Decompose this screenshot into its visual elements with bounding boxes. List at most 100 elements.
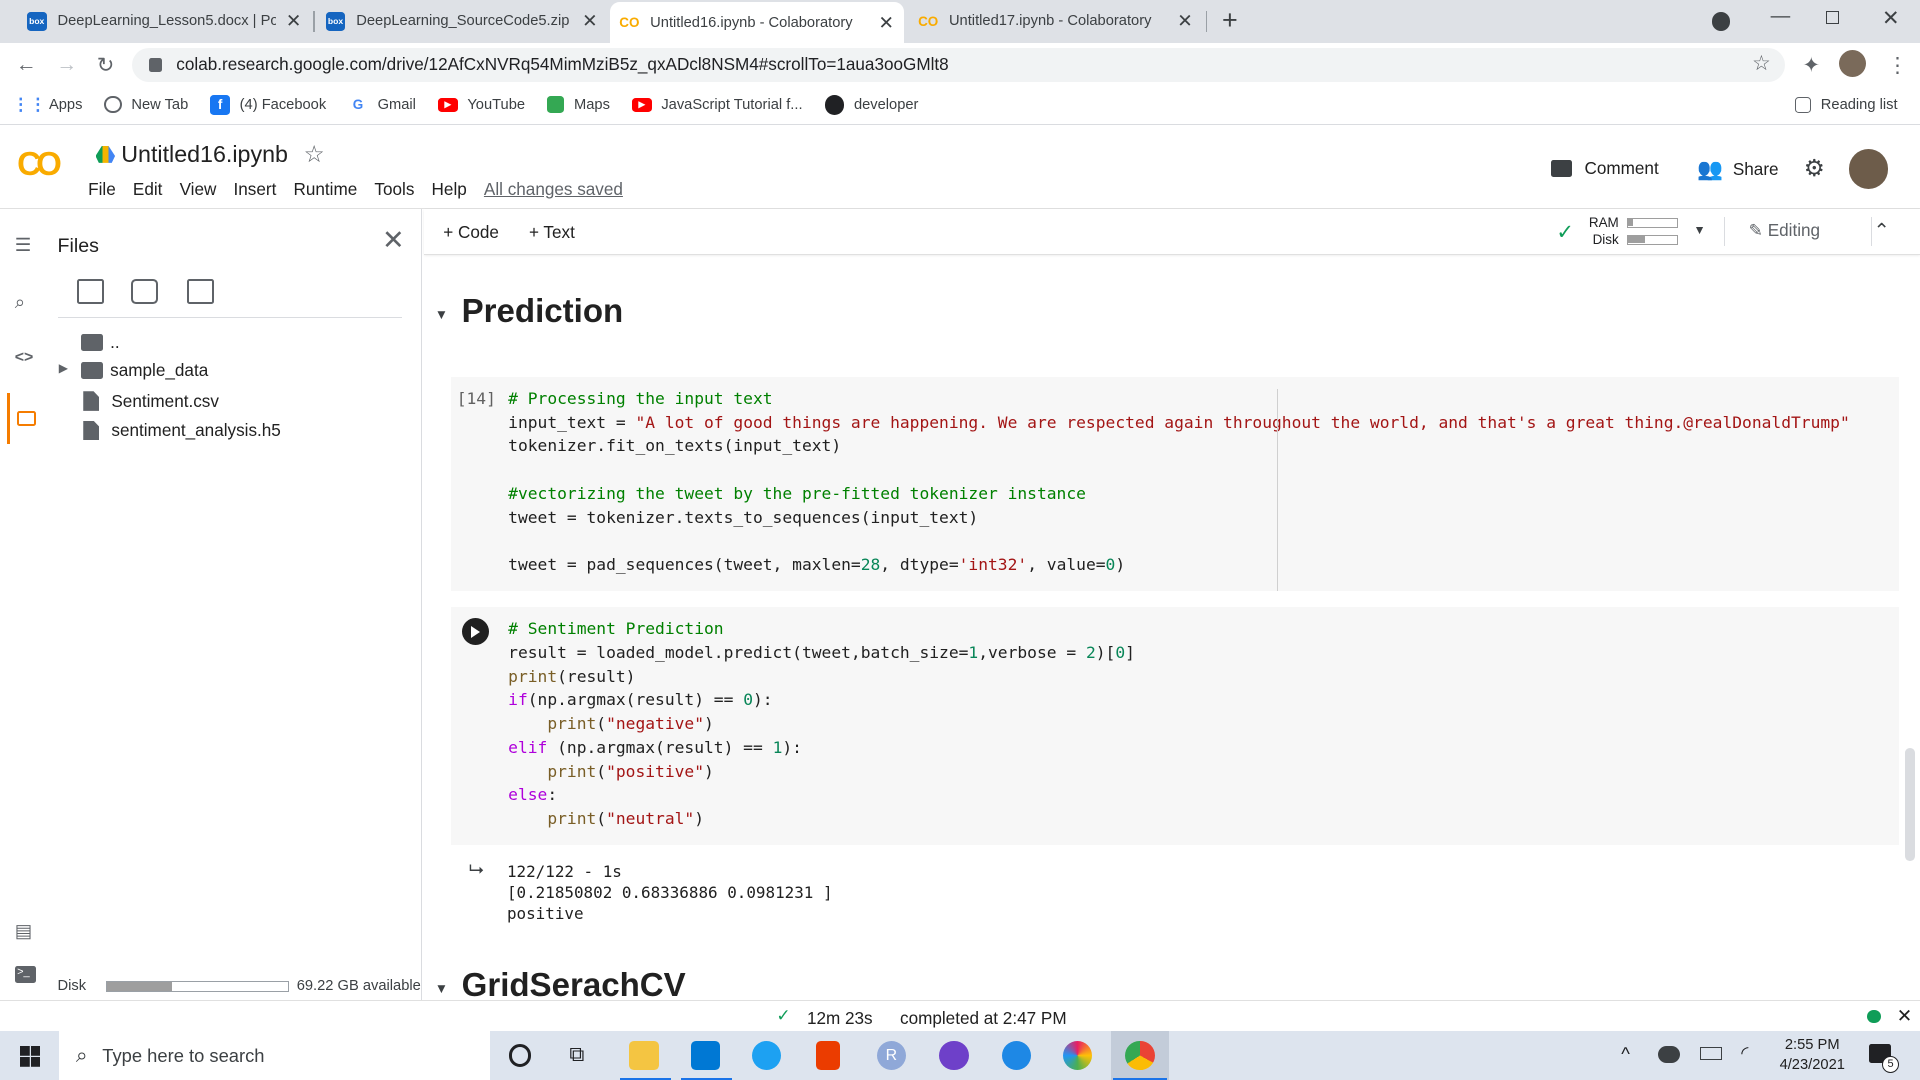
- new-tab-icon[interactable]: +: [1222, 5, 1238, 36]
- settings-gear-icon[interactable]: ⚙: [1804, 155, 1825, 182]
- taskbar-clock[interactable]: 2:55 PM 4/23/2021: [1773, 1037, 1851, 1073]
- editing-mode[interactable]: ✎ Editing: [1749, 220, 1820, 241]
- output-icon[interactable]: ⮡: [469, 858, 484, 880]
- chrome-icon[interactable]: [1125, 1040, 1155, 1071]
- back-icon[interactable]: ←: [16, 53, 37, 77]
- menu-edit[interactable]: Edit: [133, 179, 163, 200]
- comment-button[interactable]: Comment: [1551, 158, 1659, 179]
- resources-labels[interactable]: RAM Disk: [1584, 214, 1619, 248]
- wifi-icon[interactable]: ◜: [1741, 1042, 1748, 1064]
- onedrive-icon[interactable]: [1657, 1045, 1680, 1063]
- runtime-status-dot: [1867, 1009, 1881, 1024]
- colab-logo[interactable]: CO: [17, 146, 62, 184]
- cell-1-code[interactable]: # Processing the input text input_text = …: [508, 387, 1850, 577]
- expand-arrow-icon[interactable]: ▶: [59, 361, 68, 375]
- app-icon[interactable]: [1001, 1040, 1032, 1071]
- table-of-contents-icon[interactable]: ☰: [15, 234, 31, 256]
- add-text-button[interactable]: + Text: [529, 222, 575, 243]
- bookmark-gmail[interactable]: G Gmail: [348, 95, 416, 115]
- bookmark-facebook[interactable]: f (4) Facebook: [210, 95, 326, 115]
- close-tab-icon[interactable]: ✕: [1177, 10, 1192, 32]
- bookmark-youtube[interactable]: ▶ YouTube: [437, 97, 525, 113]
- files-folder-icon[interactable]: [17, 411, 36, 427]
- user-avatar[interactable]: [1848, 149, 1889, 189]
- add-code-button[interactable]: + Code: [443, 222, 499, 243]
- code-snippets-icon[interactable]: <>: [15, 349, 34, 367]
- bookmark-apps[interactable]: ⋮⋮ Apps: [12, 94, 82, 115]
- file-explorer-icon[interactable]: [629, 1040, 659, 1071]
- bookmark-developer[interactable]: developer: [824, 95, 918, 115]
- mount-drive-icon[interactable]: [187, 279, 215, 304]
- office-icon[interactable]: [815, 1040, 840, 1071]
- url-field[interactable]: colab.research.google.com/drive/12AfCxNV…: [132, 47, 1786, 83]
- run-cell-button[interactable]: [461, 618, 489, 646]
- terminal-icon[interactable]: >_: [14, 966, 36, 984]
- reload-icon[interactable]: ↻: [97, 53, 114, 78]
- profile-avatar[interactable]: [1839, 50, 1867, 78]
- windows-start-icon[interactable]: [19, 1045, 41, 1067]
- tab-untitled16[interactable]: CO Untitled16.ipynb - Colaboratory ✕: [609, 2, 904, 43]
- cell-2-code[interactable]: # Sentiment Prediction result = loaded_mo…: [508, 617, 1135, 831]
- share-button[interactable]: 👥 Share: [1697, 158, 1778, 182]
- bookmark-maps[interactable]: Maps: [547, 96, 610, 114]
- menu-runtime[interactable]: Runtime: [294, 179, 358, 200]
- tray-chevron-icon[interactable]: ^: [1621, 1043, 1630, 1065]
- app-color-icon[interactable]: [1062, 1040, 1093, 1071]
- taskbar-search-box[interactable]: ⌕ Type here to search: [58, 1031, 490, 1080]
- menu-file[interactable]: File: [88, 179, 116, 200]
- bookmark-star-icon[interactable]: ☆: [1752, 51, 1771, 76]
- tab-untitled17[interactable]: CO Untitled17.ipynb - Colaboratory ✕: [909, 0, 1203, 43]
- collapse-header-icon[interactable]: ⌃: [1873, 219, 1889, 243]
- menu-view[interactable]: View: [180, 179, 217, 200]
- section-collapse-icon[interactable]: ▼: [435, 307, 448, 322]
- close-tab-icon[interactable]: ✕: [286, 10, 301, 32]
- close-panel-icon[interactable]: ✕: [382, 225, 405, 256]
- notebook-title[interactable]: Untitled16.ipynb: [121, 141, 288, 168]
- search-icon[interactable]: ⌕: [15, 291, 25, 313]
- menu-tools[interactable]: Tools: [374, 179, 414, 200]
- tab-sourcecode5[interactable]: box DeepLearning_SourceCode5.zip | ✕: [316, 0, 607, 43]
- file-name: Sentiment.csv: [111, 390, 219, 411]
- menu-bar: File Edit View Insert Runtime Tools Help…: [88, 179, 640, 200]
- code-cell-2[interactable]: # Sentiment Prediction result = loaded_mo…: [450, 607, 1900, 845]
- edge-icon[interactable]: [751, 1040, 782, 1071]
- chrome-menu-icon[interactable]: ⋮: [1887, 53, 1908, 78]
- outlook-icon[interactable]: [690, 1040, 720, 1071]
- extensions-icon[interactable]: ✦: [1802, 53, 1819, 78]
- command-palette-icon[interactable]: ▤: [15, 920, 32, 942]
- save-status[interactable]: All changes saved: [484, 179, 623, 200]
- google-drive-icon[interactable]: [95, 145, 116, 163]
- forward-icon[interactable]: →: [56, 53, 77, 77]
- file-icon: [83, 420, 100, 441]
- scrollbar-thumb[interactable]: [1905, 748, 1916, 861]
- resources-dropdown-icon[interactable]: ▼: [1693, 223, 1705, 237]
- tab-search-icon[interactable]: [1711, 12, 1731, 31]
- battery-icon[interactable]: [1699, 1046, 1722, 1061]
- r-app-icon[interactable]: R: [876, 1040, 907, 1071]
- code-cell-1[interactable]: [14] # Processing the input text input_te…: [450, 377, 1900, 592]
- window-close-icon[interactable]: ✕: [1882, 6, 1899, 31]
- file-item-parent[interactable]: ..: [80, 332, 120, 353]
- bookmark-javascript[interactable]: ▶ JavaScript Tutorial f...: [631, 97, 803, 113]
- close-tab-icon[interactable]: ✕: [582, 10, 597, 32]
- minimize-icon[interactable]: —: [1771, 5, 1791, 28]
- menu-help[interactable]: Help: [432, 179, 467, 200]
- completed-check-icon: ✓: [776, 1005, 791, 1026]
- refresh-folder-icon[interactable]: [131, 279, 158, 304]
- close-tab-icon[interactable]: ✕: [879, 12, 894, 34]
- task-view-icon[interactable]: ⧉: [569, 1043, 584, 1067]
- tab-lesson5[interactable]: box DeepLearning_Lesson5.docx | Po ✕: [17, 0, 311, 43]
- section-collapse-icon[interactable]: ▼: [435, 981, 448, 996]
- file-item-sentiment-h5[interactable]: sentiment_analysis.h5: [81, 420, 281, 441]
- file-item-sentiment-csv[interactable]: Sentiment.csv: [81, 391, 219, 412]
- menu-insert[interactable]: Insert: [234, 179, 277, 200]
- bookmark-new-tab[interactable]: New Tab: [104, 96, 188, 114]
- close-status-icon[interactable]: ✕: [1897, 1005, 1912, 1027]
- reading-list[interactable]: Reading list: [1795, 97, 1898, 113]
- cortana-icon[interactable]: [509, 1044, 532, 1067]
- restore-icon[interactable]: [1825, 11, 1840, 25]
- star-icon[interactable]: ☆: [304, 141, 325, 168]
- file-item-sample-data[interactable]: sample_data: [80, 360, 208, 381]
- upload-icon[interactable]: [77, 279, 105, 304]
- github-desktop-icon[interactable]: [939, 1040, 969, 1071]
